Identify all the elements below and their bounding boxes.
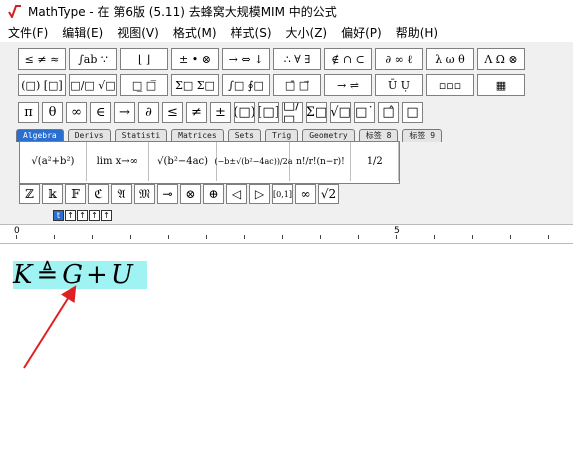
misc-palette[interactable]: ∂ ∞ ℓ: [375, 48, 423, 70]
ruler-tick: [168, 235, 169, 239]
oplus-symbol[interactable]: ⊕: [203, 184, 224, 204]
pi-symbol[interactable]: π: [18, 102, 39, 123]
ruler: 0 5: [0, 224, 573, 244]
size-button-1[interactable]: ↑: [65, 210, 76, 221]
menu-view[interactable]: 视图(V): [109, 24, 165, 41]
small-symbols-row: π θ ∞ ∈ → ∂ ≤ ≠ ± (□) [□] □/□ Σ□ √□ □˙ □…: [18, 102, 423, 123]
ruler-tick: [510, 235, 511, 239]
arrows-palette[interactable]: → ⇔ ↓: [222, 48, 270, 70]
title-bar: MathType - 在 第6版 (5.11) 去蜂窝大规模MIM 中的公式: [0, 0, 573, 22]
template-discriminant[interactable]: √(b²−4ac): [149, 142, 218, 181]
ruler-tick: [130, 235, 131, 239]
symbol-palette-row-1: ≤ ≠ ≈ ∫ab ∵ ⌊ ⌋ ± • ⊗ → ⇔ ↓ ∴ ∀ ∃ ∉ ∩ ⊂ …: [18, 48, 525, 70]
embellishments-palette[interactable]: ⌊ ⌋: [120, 48, 168, 70]
less-equal-symbol[interactable]: ≤: [162, 102, 183, 123]
size-buttons: t ↑ ↑ ↑ ↑: [53, 210, 112, 221]
ruler-tick: [16, 235, 17, 239]
products-palette[interactable]: Ū Ụ: [375, 74, 423, 96]
algebra-templates: √(a²+b²) lim x→∞ √(b²−4ac) (−b±√(b²−4ac)…: [19, 141, 400, 184]
fences-palette[interactable]: (□) [□]: [18, 74, 66, 96]
overbars-palette[interactable]: □̄ □⃗: [273, 74, 321, 96]
logic-palette[interactable]: ∴ ∀ ∃: [273, 48, 321, 70]
annotation-arrow-icon: [23, 285, 77, 369]
size-button-4[interactable]: ↑: [101, 210, 112, 221]
ruler-tick: [396, 235, 397, 239]
menu-bar: 文件(F) 编辑(E) 视图(V) 格式(M) 样式(S) 大小(Z) 偏好(P…: [0, 22, 573, 42]
integrals-palette[interactable]: ∫□ ∮□: [222, 74, 270, 96]
template-hypotenuse[interactable]: √(a²+b²): [20, 142, 87, 181]
otimes-symbol[interactable]: ⊗: [180, 184, 201, 204]
menu-help[interactable]: 帮助(H): [388, 24, 444, 41]
menu-file[interactable]: 文件(F): [0, 24, 54, 41]
sqrt-two-button[interactable]: √2: [318, 184, 339, 204]
partial-symbol[interactable]: ∂: [138, 102, 159, 123]
tab-label-9[interactable]: 标签 9: [402, 129, 443, 142]
f-symbol[interactable]: 𝔽: [65, 184, 86, 204]
greek-upper-palette[interactable]: Λ Ω ⊗: [477, 48, 525, 70]
ruler-tick: [472, 235, 473, 239]
ruler-tick: [320, 235, 321, 239]
template-quadratic-formula[interactable]: (−b±√(b²−4ac))/2a: [214, 142, 293, 181]
relations-palette[interactable]: ≤ ≠ ≈: [18, 48, 66, 70]
menu-format[interactable]: 格式(M): [165, 24, 223, 41]
spaces-palette[interactable]: ∫ab ∵: [69, 48, 117, 70]
menu-preferences[interactable]: 偏好(P): [333, 24, 388, 41]
c-fraktur-symbol[interactable]: ℭ: [88, 184, 109, 204]
theta-symbol[interactable]: θ: [42, 102, 63, 123]
k-symbol[interactable]: 𝕜: [42, 184, 63, 204]
ruler-tick: [434, 235, 435, 239]
box-template[interactable]: □: [402, 102, 423, 123]
infinity-symbol[interactable]: ∞: [66, 102, 87, 123]
size-button-2[interactable]: ↑: [77, 210, 88, 221]
not-equal-symbol[interactable]: ≠: [186, 102, 207, 123]
a-fraktur-symbol[interactable]: 𝔄: [111, 184, 132, 204]
labeled-arrows-palette[interactable]: → ⇌: [324, 74, 372, 96]
menu-style[interactable]: 样式(S): [223, 24, 278, 41]
integers-symbol[interactable]: ℤ: [19, 184, 40, 204]
fractions-radicals-palette[interactable]: □/□ √□: [69, 74, 117, 96]
size-button-3[interactable]: ↑: [89, 210, 100, 221]
menu-edit[interactable]: 编辑(E): [54, 24, 109, 41]
template-palette-row-2: (□) [□] □/□ √□ □̲ □̅ Σ□ Σ□ ∫□ ∮□ □̄ □⃗ →…: [18, 74, 525, 96]
left-triangle-symbol[interactable]: ◁: [226, 184, 247, 204]
dot-accent-template[interactable]: □˙: [354, 102, 375, 123]
fraction-template[interactable]: □/□: [282, 102, 303, 123]
blackboard-symbols-row: ℤ 𝕜 𝔽 ℭ 𝔄 𝔐 ⊸ ⊗ ⊕ ◁ ▷ [0,1] ∞ √2: [19, 184, 339, 204]
operators-palette[interactable]: ± • ⊗: [171, 48, 219, 70]
plus-minus-symbol[interactable]: ±: [210, 102, 231, 123]
equation-editor-area[interactable]: K ≜ G + U: [0, 244, 573, 449]
right-triangle-symbol[interactable]: ▷: [249, 184, 270, 204]
menu-size[interactable]: 大小(Z): [278, 24, 334, 41]
window-title: MathType - 在 第6版 (5.11) 去蜂窝大规模MIM 中的公式: [28, 4, 337, 19]
ruler-tick: [282, 235, 283, 239]
template-combination[interactable]: n!/r!(n−r)!: [290, 142, 352, 181]
m-fraktur-symbol[interactable]: 𝔐: [134, 184, 155, 204]
hat-accent-template[interactable]: □̂: [378, 102, 399, 123]
ruler-tick: [548, 235, 549, 239]
subscripts-palette[interactable]: □̲ □̅: [120, 74, 168, 96]
interval-template[interactable]: [0,1]: [272, 184, 293, 204]
sqrt-template[interactable]: √□: [330, 102, 351, 123]
sets-palette[interactable]: ∉ ∩ ⊂: [324, 48, 372, 70]
matrices-palette[interactable]: ▫▫▫: [426, 74, 474, 96]
summations-palette[interactable]: Σ□ Σ□: [171, 74, 219, 96]
brackets-template[interactable]: [□]: [258, 102, 279, 123]
ruler-tick: [206, 235, 207, 239]
sum-template[interactable]: Σ□: [306, 102, 327, 123]
size-button-t[interactable]: t: [53, 210, 64, 221]
template-one-half[interactable]: 1/2: [351, 142, 399, 181]
mathtype-logo-icon: [8, 5, 21, 18]
matrix-grid-palette[interactable]: ▦: [477, 74, 525, 96]
ruler-tick: [244, 235, 245, 239]
template-limit[interactable]: lim x→∞: [87, 142, 149, 181]
infinity-button[interactable]: ∞: [295, 184, 316, 204]
element-of-symbol[interactable]: ∈: [90, 102, 111, 123]
multimap-symbol[interactable]: ⊸: [157, 184, 178, 204]
ruler-tick: [358, 235, 359, 239]
greek-lower-palette[interactable]: λ ω θ: [426, 48, 474, 70]
ruler-tick: [54, 235, 55, 239]
parentheses-template[interactable]: (□): [234, 102, 255, 123]
ruler-tick: [92, 235, 93, 239]
right-arrow-symbol[interactable]: →: [114, 102, 135, 123]
